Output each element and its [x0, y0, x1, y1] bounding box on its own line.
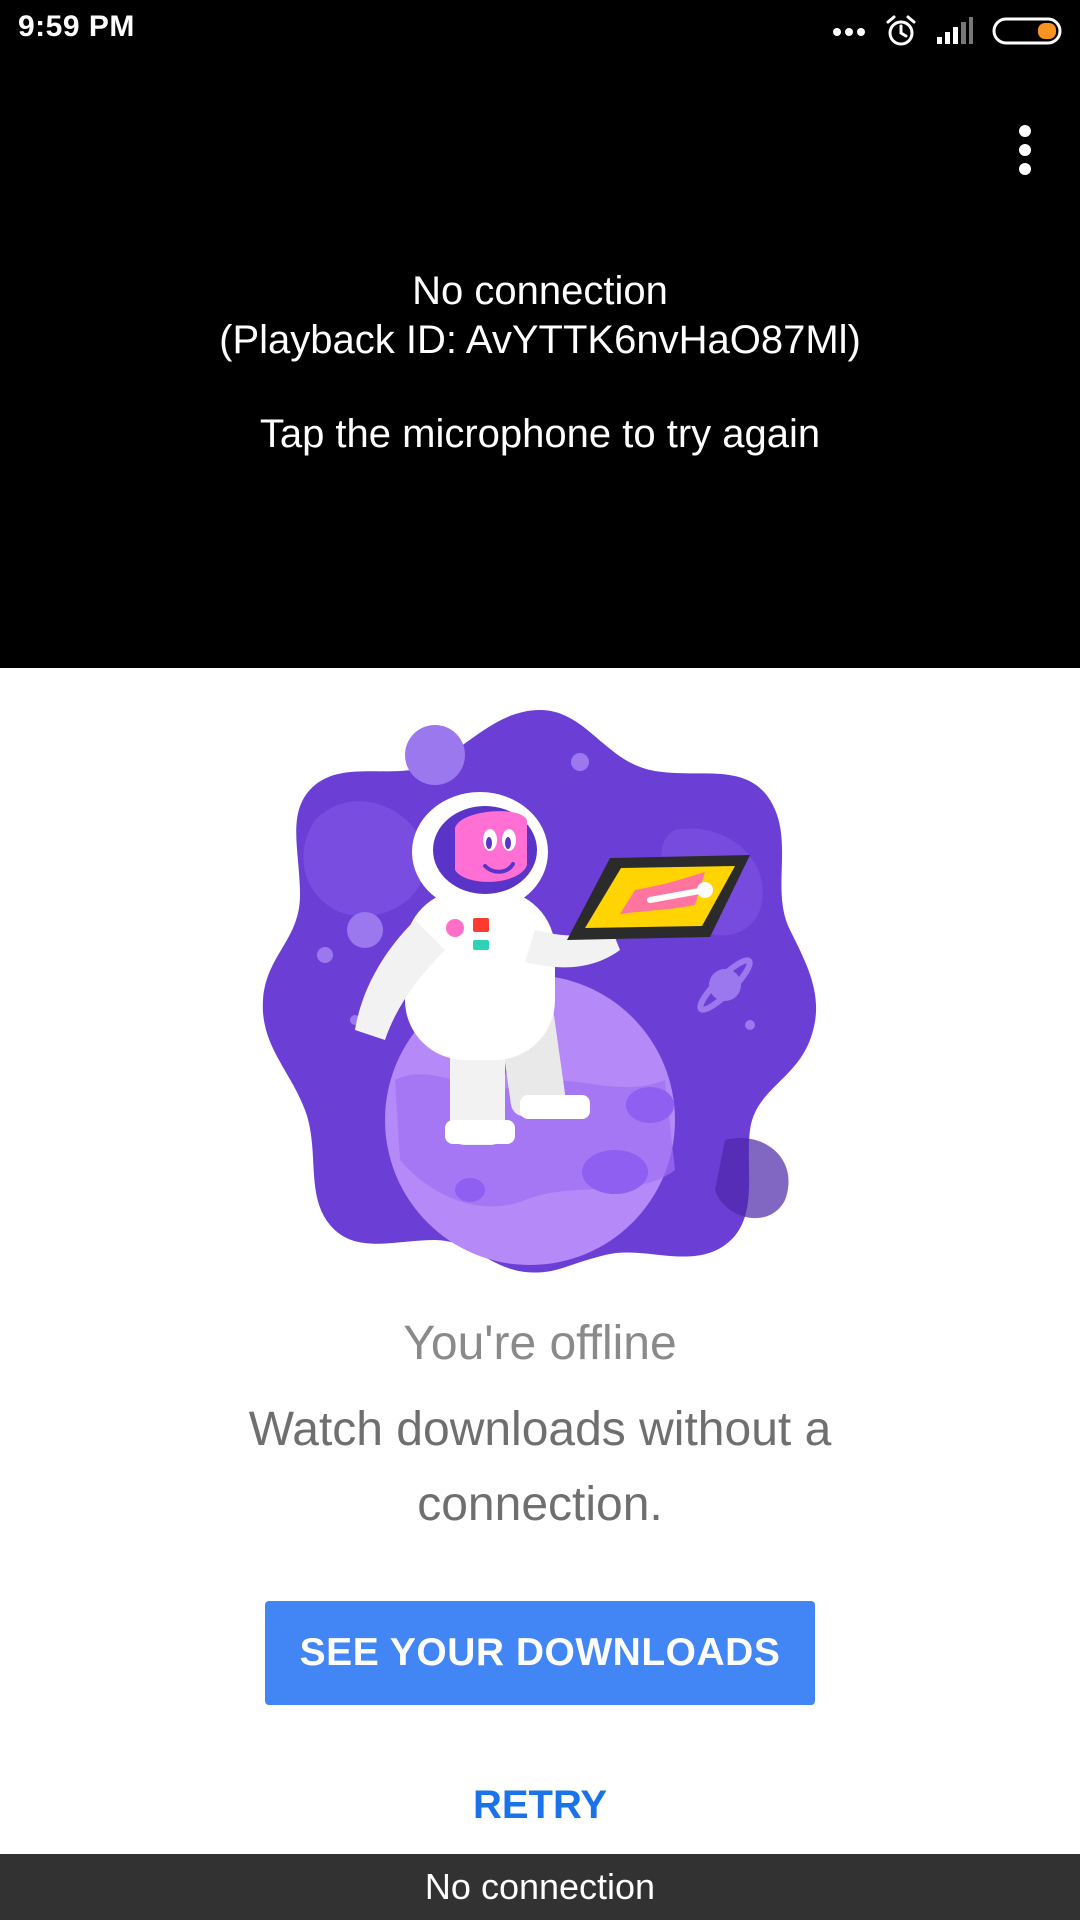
more-dots-icon [832, 25, 866, 37]
retry-button[interactable]: RETRY [390, 1770, 690, 1840]
status-time: 9:59 PM [18, 10, 135, 43]
status-icons [832, 12, 1064, 50]
playback-id-text: (Playback ID: AvYTTK6nvHaO87Ml) [219, 318, 861, 362]
no-connection-snackbar: No connection [0, 1854, 1080, 1920]
player-retry-hint: Tap the microphone to try again [259, 412, 821, 456]
video-player[interactable]: No connection (Playback ID: AvYTTK6nvHaO… [0, 62, 1080, 668]
player-error-title: No connection [412, 269, 668, 313]
player-error-message: No connection (Playback ID: AvYTTK6nvHaO… [0, 267, 1080, 365]
offline-subtitle: Watch downloads without a connection. [248, 1403, 832, 1531]
status-bar: 9:59 PM [0, 0, 1080, 62]
see-your-downloads-button[interactable]: SEE YOUR DOWNLOADS [265, 1601, 815, 1705]
signal-strength-icon [936, 17, 974, 45]
alarm-clock-icon [884, 14, 918, 48]
vertical-dots-icon [1018, 124, 1032, 181]
overflow-menu-button[interactable] [970, 102, 1080, 202]
offline-illustration [255, 700, 825, 1280]
battery-icon [992, 16, 1064, 46]
offline-title: You're offline [403, 1317, 677, 1370]
